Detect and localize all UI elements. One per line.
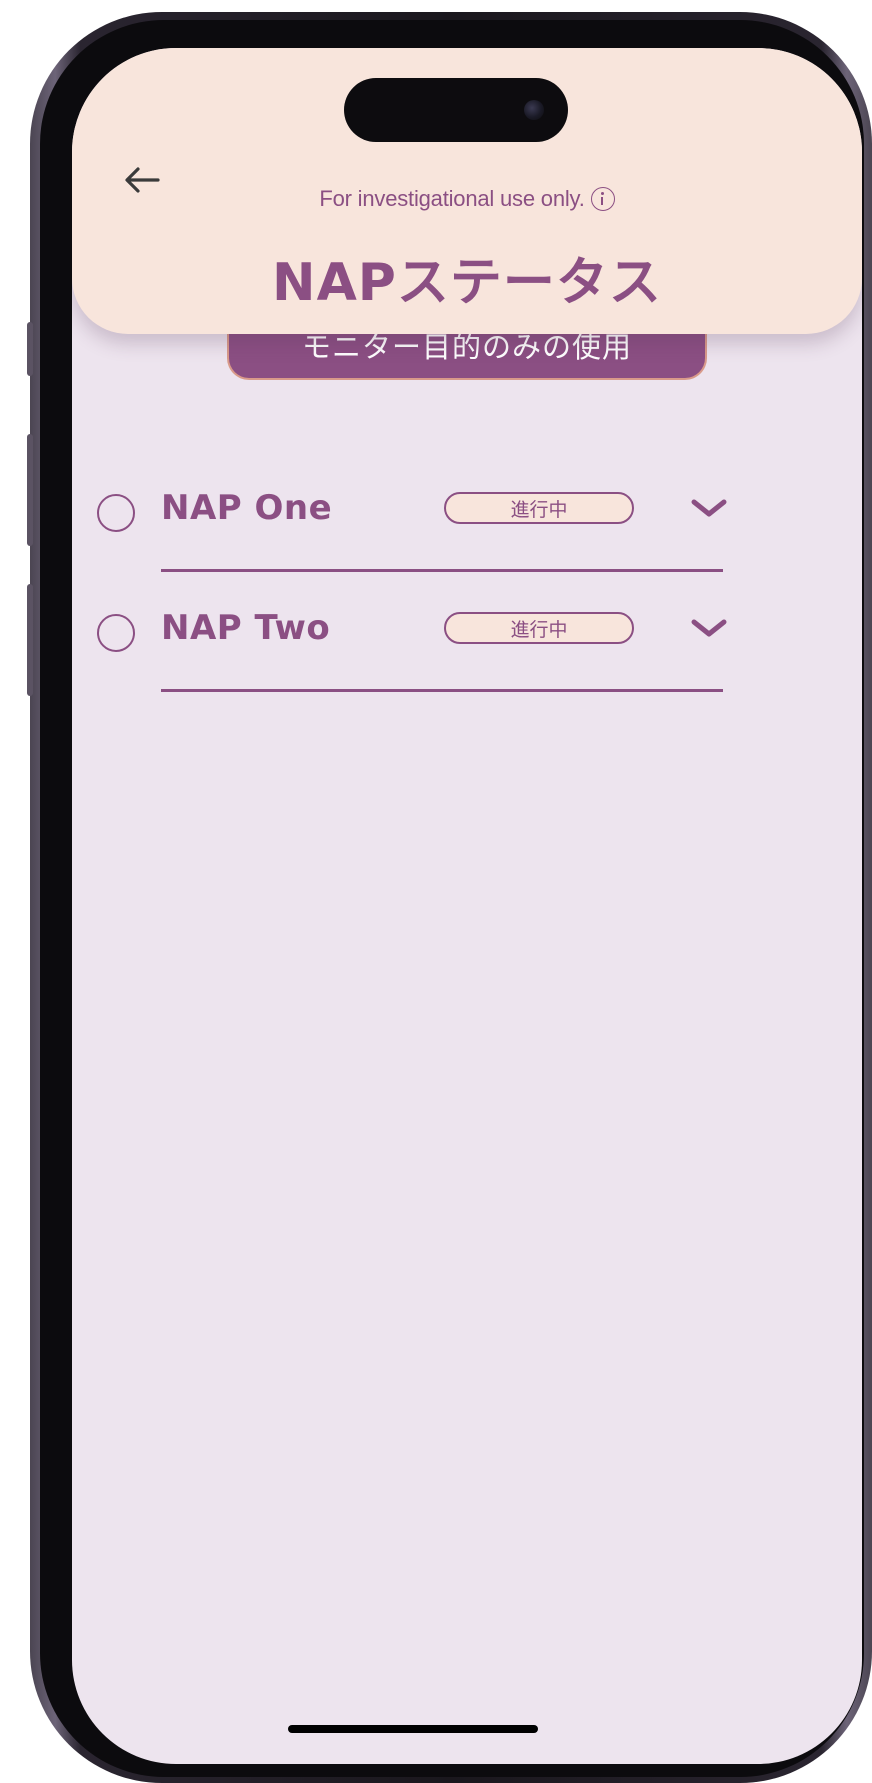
app-stage: For investigational use only. NAPステータス モ… bbox=[0, 0, 872, 1783]
status-badge: 進行中 bbox=[444, 492, 634, 524]
divider bbox=[161, 569, 723, 572]
disclaimer-text: For investigational use only. bbox=[72, 186, 862, 212]
status-badge-label: 進行中 bbox=[510, 618, 568, 641]
dynamic-island bbox=[344, 78, 568, 142]
status-badge: 進行中 bbox=[444, 612, 634, 644]
divider bbox=[161, 689, 723, 692]
radio-button[interactable] bbox=[97, 614, 135, 652]
list-item[interactable]: NAP Two 進行中 bbox=[72, 604, 862, 664]
radio-button[interactable] bbox=[97, 494, 135, 532]
disclaimer-label: For investigational use only. bbox=[319, 186, 585, 211]
info-circle-icon[interactable] bbox=[590, 187, 615, 211]
action-button bbox=[27, 322, 33, 376]
front-camera bbox=[524, 100, 544, 120]
app-screen: For investigational use only. NAPステータス モ… bbox=[72, 48, 862, 1764]
status-badge-label: 進行中 bbox=[510, 498, 568, 521]
chevron-down-icon[interactable] bbox=[689, 612, 729, 644]
header-card: For investigational use only. NAPステータス bbox=[72, 48, 862, 334]
nap-name: NAP Two bbox=[161, 608, 331, 648]
home-indicator[interactable] bbox=[288, 1725, 538, 1733]
volume-down-button bbox=[27, 584, 33, 696]
chevron-down-icon[interactable] bbox=[689, 492, 729, 524]
volume-up-button bbox=[27, 434, 33, 546]
page-title: NAPステータス bbox=[272, 253, 662, 313]
nap-name: NAP One bbox=[161, 488, 333, 528]
list-item[interactable]: NAP One 進行中 bbox=[72, 484, 862, 544]
